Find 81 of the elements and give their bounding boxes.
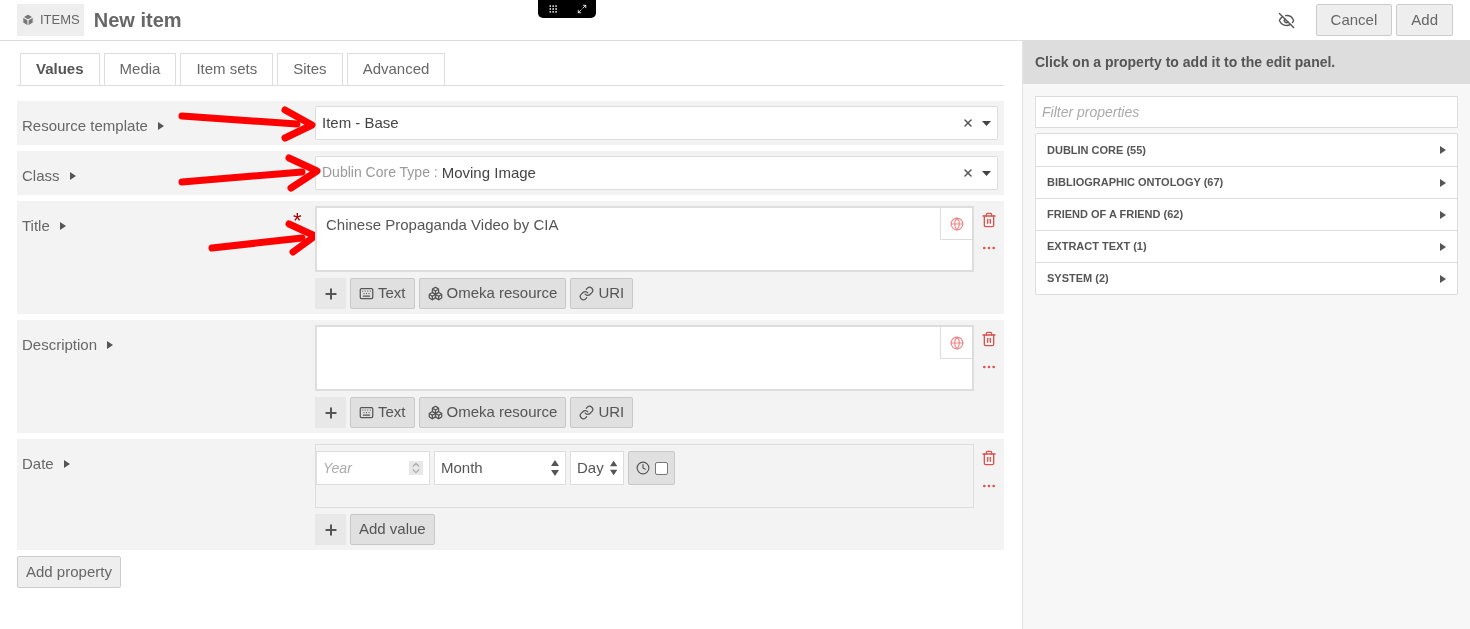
property-label[interactable]: Title	[22, 215, 66, 238]
select-arrows-icon	[551, 460, 559, 476]
clear-icon[interactable]	[962, 167, 974, 179]
textarea-value: Chinese Propaganda Video by CIA	[326, 216, 559, 233]
property-label[interactable]: Date	[22, 453, 70, 476]
items-badge[interactable]: ITEMS	[17, 4, 84, 36]
delete-icon[interactable]	[981, 212, 997, 228]
page-title: New item	[93, 8, 182, 33]
select-arrows-icon	[609, 460, 617, 476]
property-group[interactable]: DUBLIN CORE (55)	[1036, 134, 1457, 166]
value-type-button[interactable]: Text	[350, 278, 415, 309]
tab[interactable]: Media	[103, 53, 177, 85]
keyboard-icon	[359, 286, 374, 301]
delete-icon[interactable]	[981, 331, 997, 347]
selected-value: Moving Image	[441, 162, 536, 183]
day-select[interactable]: Day	[570, 451, 624, 485]
dropdown-caret-icon	[982, 170, 991, 176]
globe-icon	[949, 335, 964, 350]
property-group[interactable]: BIBLIOGRAPHIC ONTOLOGY (67)	[1036, 166, 1457, 198]
add-value-button[interactable]	[315, 397, 346, 428]
cube-icon	[21, 13, 35, 27]
property-group[interactable]: FRIEND OF A FRIEND (62)	[1036, 198, 1457, 230]
caret-icon	[69, 172, 76, 181]
expand-caret-icon	[1440, 178, 1446, 187]
class-vocabulary: Dublin Core Type :	[322, 162, 438, 182]
tab[interactable]: Advanced	[346, 53, 446, 85]
value-type-button[interactable]: Omeka resource	[418, 278, 567, 309]
caret-icon	[157, 122, 164, 131]
tab[interactable]: Values	[20, 53, 100, 85]
time-toggle[interactable]	[628, 451, 675, 485]
property-label[interactable]: Description	[22, 334, 114, 357]
hide-icon[interactable]	[1277, 11, 1295, 29]
add-property-button[interactable]: Add property	[17, 556, 121, 588]
header-button[interactable]: Cancel	[1315, 4, 1393, 36]
value-type-button[interactable]: Omeka resource	[418, 397, 567, 428]
expand-caret-icon	[1440, 146, 1446, 154]
value-type-button[interactable]: URI	[570, 278, 634, 309]
link-icon	[579, 405, 595, 420]
header-button[interactable]: Add	[1396, 4, 1453, 36]
globe-icon	[949, 216, 964, 231]
select-field[interactable]: Item - Base	[315, 106, 998, 140]
clock-icon	[635, 461, 650, 475]
time-checkbox[interactable]	[654, 461, 668, 475]
link-icon	[579, 286, 595, 301]
filter-field[interactable]: Filter properties	[1035, 96, 1458, 128]
grip-icon[interactable]	[547, 4, 558, 14]
required-asterisk: *	[293, 210, 302, 232]
tab[interactable]: Sites	[277, 53, 343, 85]
tab[interactable]: Item sets	[180, 53, 274, 85]
value-type-button[interactable]: URI	[570, 397, 634, 428]
plus-icon	[322, 521, 339, 538]
value-type-button[interactable]: Text	[350, 397, 415, 428]
expand-icon[interactable]	[576, 4, 587, 14]
dropdown-caret-icon	[982, 120, 991, 126]
sidebar-instruction: Click on a property to add it to the edit panel.	[1023, 41, 1470, 84]
language-button[interactable]	[940, 327, 972, 359]
expand-caret-icon	[1440, 274, 1446, 283]
add-value-text-button[interactable]: Add value	[350, 514, 435, 545]
plus-icon	[322, 404, 339, 421]
delete-icon[interactable]	[981, 450, 997, 466]
cubes-icon	[427, 405, 443, 420]
expand-caret-icon	[1440, 242, 1446, 251]
plus-icon	[322, 285, 339, 302]
select-field[interactable]: Dublin Core Type : Moving Image	[315, 156, 998, 190]
keyboard-icon	[359, 405, 374, 420]
cubes-icon	[427, 286, 443, 301]
caret-icon	[63, 460, 70, 469]
language-button[interactable]	[940, 208, 972, 240]
expand-caret-icon	[1440, 210, 1446, 219]
add-value-button[interactable]	[315, 514, 346, 545]
property-label[interactable]: Resource template	[22, 115, 164, 138]
value-textarea[interactable]: Chinese Propaganda Video by CIA	[315, 206, 974, 272]
clear-icon[interactable]	[962, 117, 974, 129]
caret-icon	[59, 222, 66, 231]
property-group[interactable]: SYSTEM (2)	[1036, 262, 1457, 294]
property-label[interactable]: Class	[22, 165, 76, 188]
property-group[interactable]: EXTRACT TEXT (1)	[1036, 230, 1457, 262]
month-select[interactable]: Month	[434, 451, 566, 485]
selected-value: Item - Base	[322, 112, 399, 133]
caret-icon	[107, 341, 114, 350]
add-value-button[interactable]	[315, 278, 346, 309]
